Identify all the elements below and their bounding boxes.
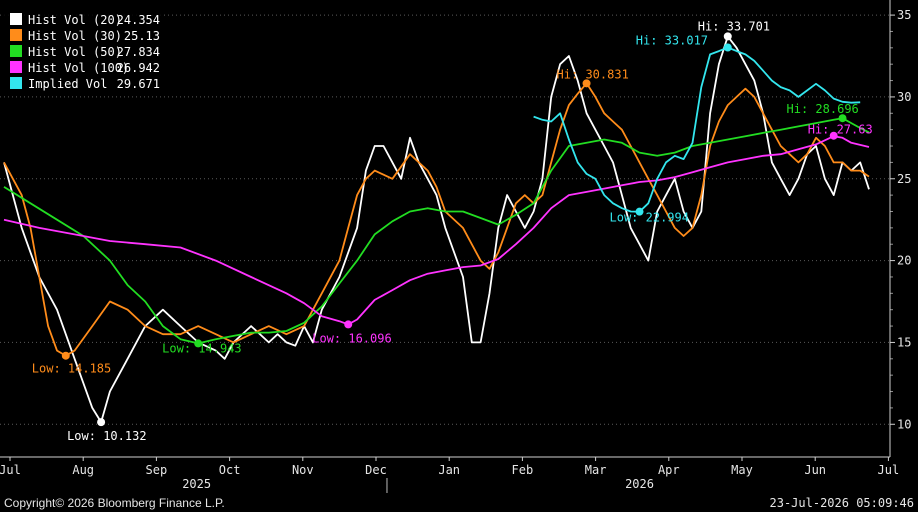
legend-value: 25.13	[124, 29, 160, 43]
legend: Hist Vol (20)24.354Hist Vol (30) 25.13His…	[4, 8, 164, 94]
legend-swatch	[10, 13, 22, 25]
annotation-label: Low: 14.185	[32, 362, 111, 376]
series-layer	[3, 35, 870, 423]
x-year-label: 2026	[625, 477, 654, 491]
volatility-chart: 101520253035Jul Aug Sep Oct Nov Dec Jan Feb Mar A…	[0, 0, 911, 493]
annotation-marker	[97, 418, 106, 427]
legend-label: Hist Vol (30)	[28, 29, 122, 43]
x-month-label: Mar	[585, 463, 607, 477]
timestamp-text: 23-Jul-2026 05:09:46	[769, 496, 915, 510]
x-month-label: Sep	[146, 463, 168, 477]
x-month-label: Oct	[219, 463, 241, 477]
annotation-label: Low: 10.132	[67, 429, 146, 443]
legend-swatch	[10, 61, 22, 73]
annotation-label: Low: 22.994	[610, 211, 689, 225]
annotation-label: Hi: 30.831	[557, 67, 629, 81]
y-tick-label: 20	[897, 254, 911, 268]
y-tick-label: 10	[897, 417, 911, 431]
footer: Copyright© 2026 Bloomberg Finance L.P. 2…	[0, 494, 918, 512]
y-tick-label: 35	[897, 8, 911, 22]
legend-label: Hist Vol (100)	[28, 61, 129, 75]
x-year-label: 2025	[182, 477, 211, 491]
annotation-marker	[61, 351, 70, 360]
legend-value: 26.942	[117, 61, 160, 75]
series-line	[3, 135, 870, 326]
annotation-label: Hi: 33.701	[698, 19, 770, 33]
annotation-label: Hi: 33.017	[636, 34, 708, 48]
annotation-label: Low: 14.943	[162, 341, 241, 355]
legend-value: 27.834	[117, 45, 160, 59]
annotation-marker	[344, 320, 353, 329]
legend-label: Hist Vol (20)	[28, 13, 122, 27]
series-line	[3, 117, 870, 345]
x-month-label: Jul	[878, 463, 900, 477]
y-tick-label: 25	[897, 172, 911, 186]
annotation-label: Hi: 28.696	[787, 102, 859, 116]
series-line	[3, 82, 870, 357]
x-month-label: Aug	[72, 463, 94, 477]
x-month-label: Jul	[0, 463, 21, 477]
y-tick-label: 30	[897, 90, 911, 104]
annotation-marker	[723, 43, 732, 52]
copyright-text: Copyright© 2026 Bloomberg Finance L.P.	[4, 496, 225, 510]
x-month-label: Apr	[658, 463, 680, 477]
x-month-label: Feb	[512, 463, 534, 477]
annotation-marker	[723, 32, 732, 41]
x-month-label: Nov	[292, 463, 314, 477]
legend-label: Implied Vol	[28, 77, 107, 91]
x-month-label: Jan	[438, 463, 460, 477]
legend-value: 29.671	[117, 77, 160, 91]
legend-swatch	[10, 45, 22, 57]
x-month-label: May	[731, 463, 753, 477]
annotation-label: Hi: 27.63	[808, 123, 873, 137]
legend-swatch	[10, 29, 22, 41]
x-month-label: Dec	[365, 463, 387, 477]
y-tick-label: 15	[897, 335, 911, 349]
legend-label: Hist Vol (50)	[28, 45, 122, 59]
annotation-label: Low: 16.096	[312, 331, 391, 345]
legend-swatch	[10, 77, 22, 89]
x-month-label: Jun	[804, 463, 826, 477]
legend-value: 24.354	[117, 13, 160, 27]
